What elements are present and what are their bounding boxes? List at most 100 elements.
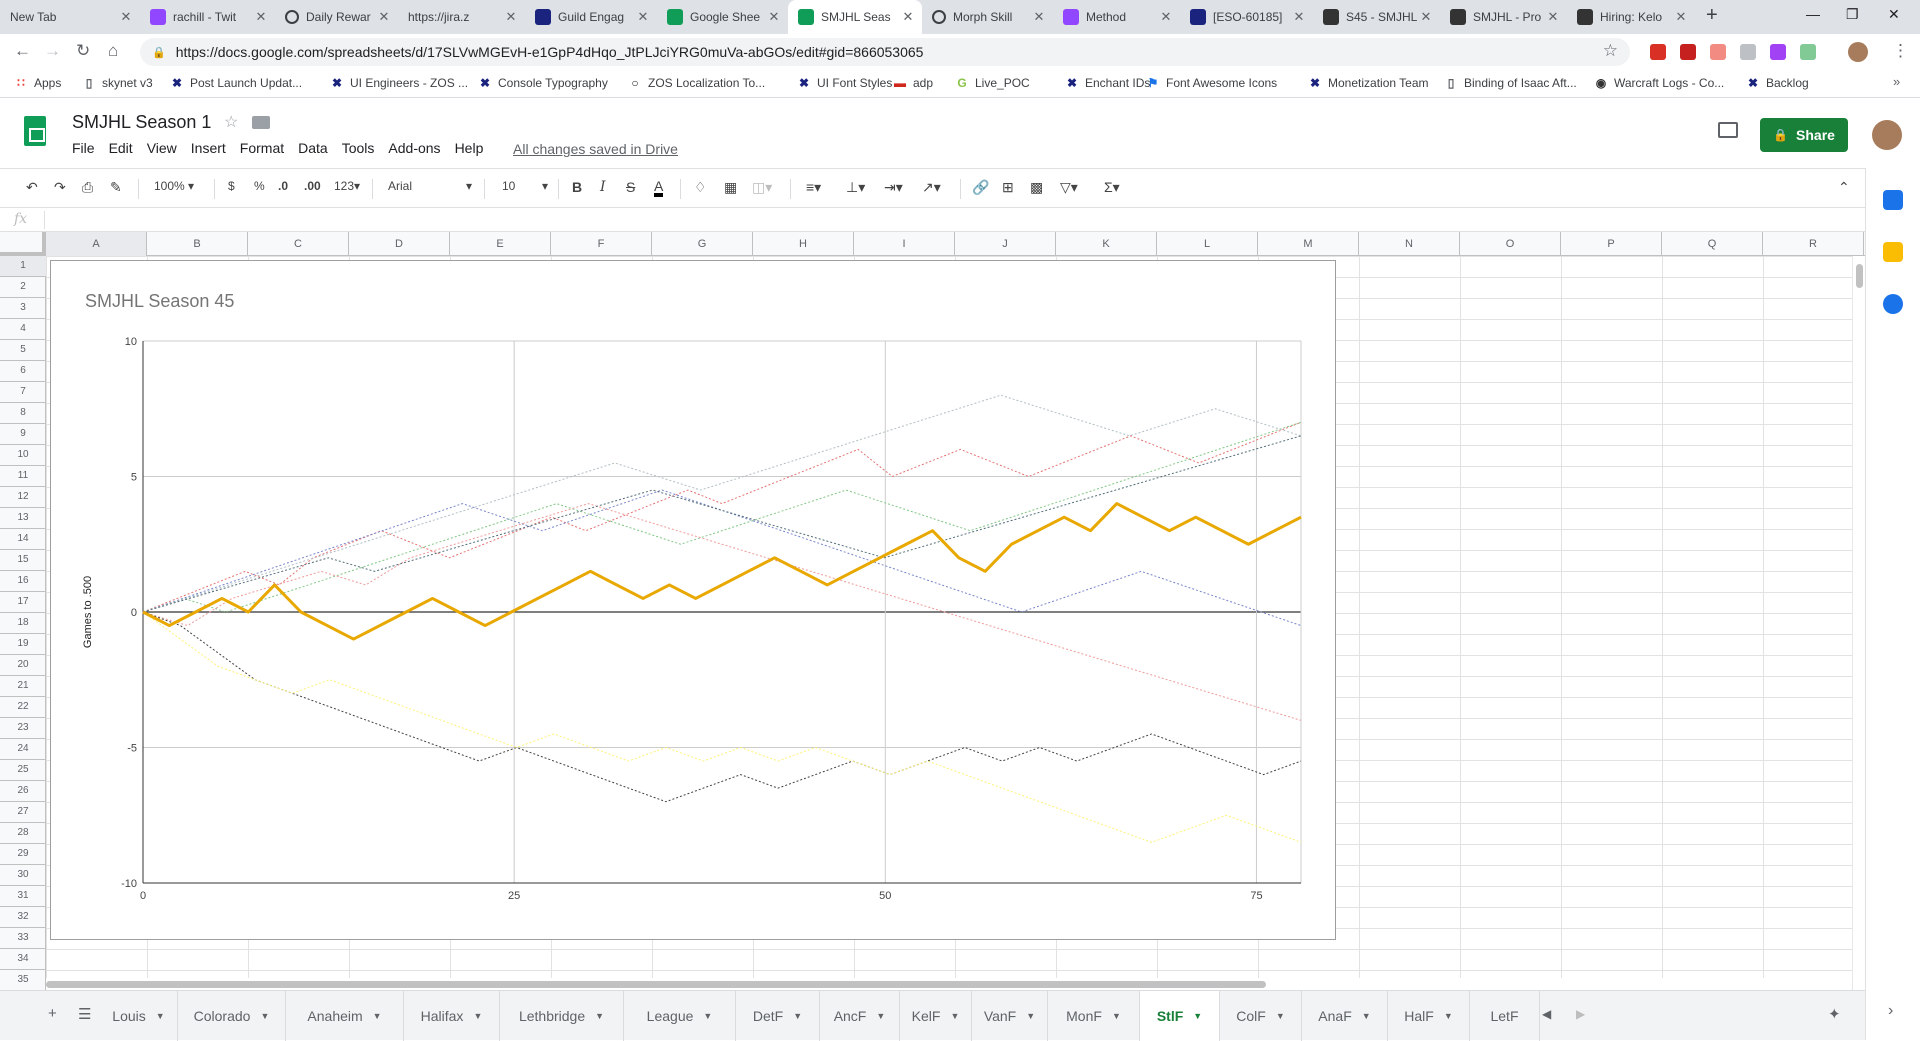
increase-decimal-button[interactable]: .00 xyxy=(304,179,321,193)
forward-arrow-icon[interactable]: → xyxy=(44,41,61,61)
browser-tab[interactable]: SMJHL Seas ✕ xyxy=(788,0,922,34)
extension-icon[interactable] xyxy=(1710,44,1726,60)
row-header[interactable]: 29 xyxy=(0,844,46,865)
row-header[interactable]: 26 xyxy=(0,781,46,802)
row-header[interactable]: 25 xyxy=(0,760,46,781)
column-header[interactable]: Q xyxy=(1662,232,1763,256)
row-header[interactable]: 22 xyxy=(0,697,46,718)
expand-panel-icon[interactable]: › xyxy=(1888,1002,1893,1020)
row-header[interactable]: 7 xyxy=(0,382,46,403)
row-header[interactable]: 23 xyxy=(0,718,46,739)
close-tab-icon[interactable]: ✕ xyxy=(635,9,651,25)
undo-icon[interactable]: ↶ xyxy=(26,179,38,196)
insert-chart-icon[interactable]: ▩ xyxy=(1030,179,1043,196)
row-header[interactable]: 16 xyxy=(0,571,46,592)
row-header[interactable]: 28 xyxy=(0,823,46,844)
column-header[interactable]: E xyxy=(450,232,551,256)
row-header[interactable]: 21 xyxy=(0,676,46,697)
browser-tab[interactable]: Hiring: Kelo ✕ xyxy=(1567,0,1695,34)
percent-format-button[interactable]: % xyxy=(254,179,265,193)
filter-icon[interactable]: ▽▾ xyxy=(1060,179,1078,196)
bookmarks-overflow-icon[interactable]: » xyxy=(1893,74,1900,89)
sheet-tab-menu-icon[interactable]: ▼ xyxy=(1026,1011,1035,1021)
sheet-tab-menu-icon[interactable]: ▼ xyxy=(373,1011,382,1021)
bookmark-item[interactable]: ✖ UI Engineers - ZOS ... xyxy=(330,76,468,90)
row-header[interactable]: 8 xyxy=(0,403,46,424)
row-header[interactable]: 33 xyxy=(0,928,46,949)
strikethrough-button[interactable]: S xyxy=(626,179,635,195)
star-icon[interactable]: ☆ xyxy=(224,112,238,132)
extension-icon[interactable] xyxy=(1770,44,1786,60)
column-header[interactable]: R xyxy=(1763,232,1864,256)
row-header[interactable]: 10 xyxy=(0,445,46,466)
row-header[interactable]: 9 xyxy=(0,424,46,445)
currency-format-button[interactable]: $ xyxy=(228,179,235,193)
close-tab-icon[interactable]: ✕ xyxy=(253,9,269,25)
row-header[interactable]: 34 xyxy=(0,949,46,970)
calendar-icon[interactable] xyxy=(1883,190,1903,210)
close-tab-icon[interactable]: ✕ xyxy=(503,9,519,25)
menu-tools[interactable]: Tools xyxy=(342,140,375,156)
text-rotation-icon[interactable]: ↗▾ xyxy=(922,179,941,196)
sheet-tab[interactable]: ColF ▼ xyxy=(1220,991,1302,1041)
row-header[interactable]: 17 xyxy=(0,592,46,613)
sheet-tab-menu-icon[interactable]: ▼ xyxy=(1193,1011,1202,1021)
kebab-menu-icon[interactable]: ⋮ xyxy=(1892,41,1909,61)
bookmark-item[interactable]: ▬ adp xyxy=(893,76,933,90)
scroll-thumb[interactable] xyxy=(1856,264,1863,288)
browser-tab[interactable]: [ESO-60185] ✕ xyxy=(1180,0,1313,34)
close-tab-icon[interactable]: ✕ xyxy=(376,9,392,25)
vertical-scrollbar[interactable] xyxy=(1852,256,1865,990)
sheet-tab[interactable]: VanF ▼ xyxy=(972,991,1048,1041)
sheet-tab[interactable]: Lethbridge ▼ xyxy=(500,991,624,1041)
bookmark-item[interactable]: ✖ Post Launch Updat... xyxy=(170,76,302,90)
fill-color-icon[interactable]: ♢ xyxy=(694,179,707,196)
row-header[interactable]: 32 xyxy=(0,907,46,928)
row-header[interactable]: 5 xyxy=(0,340,46,361)
column-header[interactable]: C xyxy=(248,232,349,256)
menu-file[interactable]: File xyxy=(72,140,95,156)
sheet-tab[interactable]: KelF ▼ xyxy=(900,991,972,1041)
keep-icon[interactable] xyxy=(1883,242,1903,262)
row-header[interactable]: 19 xyxy=(0,634,46,655)
browser-tab[interactable]: Daily Rewar ✕ xyxy=(275,0,398,34)
sheet-tab-menu-icon[interactable]: ▼ xyxy=(793,1011,802,1021)
sheet-tab-menu-icon[interactable]: ▼ xyxy=(156,1011,165,1021)
bookmark-item[interactable]: ⚑ Font Awesome Icons xyxy=(1146,76,1278,90)
row-header[interactable]: 13 xyxy=(0,508,46,529)
print-icon[interactable]: ⎙ xyxy=(82,179,93,196)
italic-button[interactable]: I xyxy=(600,179,606,195)
profile-avatar[interactable] xyxy=(1848,42,1868,62)
bold-button[interactable]: B xyxy=(572,179,582,195)
sheet-tab[interactable]: MonF ▼ xyxy=(1048,991,1140,1041)
column-header[interactable]: J xyxy=(955,232,1056,256)
sheet-tab[interactable]: HalF ▼ xyxy=(1388,991,1470,1041)
folder-icon[interactable] xyxy=(252,116,270,129)
column-header[interactable]: A xyxy=(46,232,147,256)
sheet-tab[interactable]: AncF ▼ xyxy=(820,991,900,1041)
browser-tab[interactable]: rachill - Twit ✕ xyxy=(140,0,275,34)
save-status[interactable]: All changes saved in Drive xyxy=(513,141,678,157)
column-header[interactable]: G xyxy=(652,232,753,256)
row-header[interactable]: 15 xyxy=(0,550,46,571)
font-family-select[interactable]: Arial ▾ xyxy=(388,179,478,193)
row-header[interactable]: 3 xyxy=(0,298,46,319)
sheet-tab-menu-icon[interactable]: ▼ xyxy=(950,1011,959,1021)
row-header[interactable]: 35 xyxy=(0,970,46,990)
sheet-tab-menu-icon[interactable]: ▼ xyxy=(1362,1011,1371,1021)
sheet-tab[interactable]: Anaheim ▼ xyxy=(286,991,404,1041)
sheet-tab[interactable]: Louis ▼ xyxy=(100,991,178,1041)
close-tab-icon[interactable]: ✕ xyxy=(1291,9,1307,25)
row-header[interactable]: 2 xyxy=(0,277,46,298)
column-header[interactable]: M xyxy=(1258,232,1359,256)
column-header[interactable]: L xyxy=(1157,232,1258,256)
insert-link-icon[interactable]: 🔗 xyxy=(972,179,989,196)
sheet-tab[interactable]: LetF xyxy=(1470,991,1540,1041)
close-window-icon[interactable]: ✕ xyxy=(1888,6,1900,23)
sheet-tab-menu-icon[interactable]: ▼ xyxy=(260,1011,269,1021)
sheet-tab-menu-icon[interactable]: ▼ xyxy=(595,1011,604,1021)
ublock-icon[interactable] xyxy=(1680,44,1696,60)
scroll-thumb[interactable] xyxy=(46,981,1266,988)
bookmark-item[interactable]: ✖ Monetization Team xyxy=(1308,76,1429,90)
account-avatar[interactable] xyxy=(1872,120,1902,150)
